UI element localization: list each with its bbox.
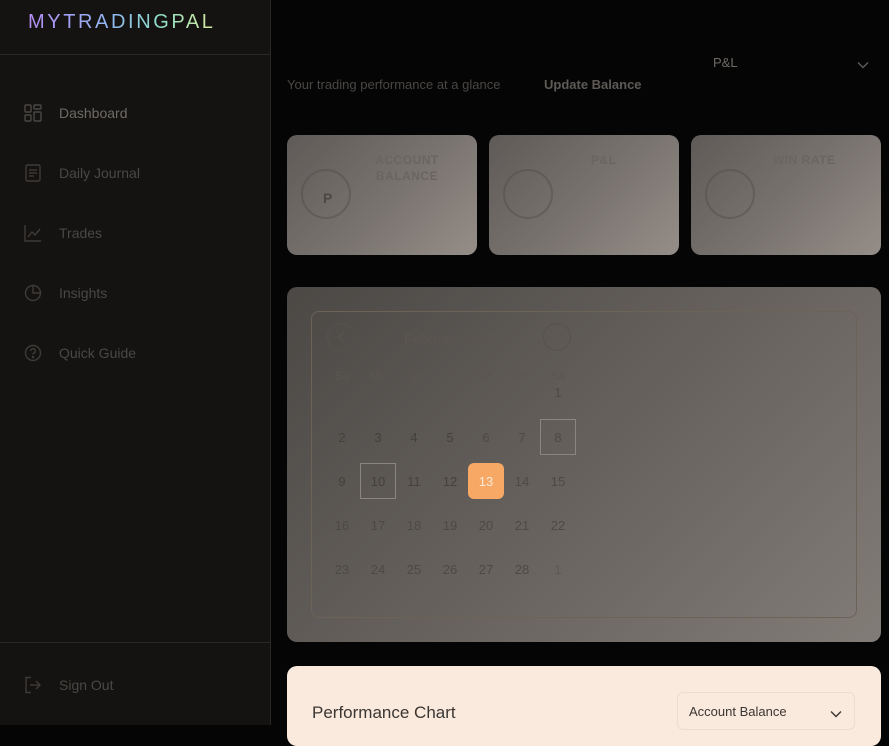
- help-circle-icon: [24, 344, 42, 362]
- calendar: February 2025 Su Mo Tu We Th Fr Sa 1 2 3 4 5 6 7 8 9 10 1…: [311, 311, 857, 618]
- calendar-day[interactable]: 7: [504, 419, 540, 455]
- update-balance-button[interactable]: Update Balance: [544, 77, 642, 92]
- calendar-month-title: February 2025: [404, 331, 496, 347]
- calendar-day[interactable]: 25: [396, 551, 432, 587]
- calendar-day[interactable]: 21: [504, 507, 540, 543]
- stat-card-win-rate: WIN RATE: [691, 135, 881, 255]
- calendar-weekday: Mo: [369, 369, 387, 383]
- stat-ring: [705, 169, 755, 219]
- dashboard-grid-icon: [24, 104, 42, 122]
- main-content: Your trading performance at a glance Upd…: [271, 0, 889, 746]
- stat-card-pnl: P&L: [489, 135, 679, 255]
- calendar-day[interactable]: 10: [360, 463, 396, 499]
- logo-area: MYTRADINGPAL: [0, 0, 270, 55]
- stat-card-title-line2: BALANCE: [375, 169, 439, 183]
- sidebar-item-label: Insights: [59, 285, 108, 301]
- sidebar: MYTRADINGPAL Dashboard Daily Journal Tra…: [0, 0, 271, 725]
- calendar-day[interactable]: 18: [396, 507, 432, 543]
- performance-metric-select[interactable]: Account Balance: [677, 692, 855, 730]
- stat-ring-symbol: P: [323, 190, 333, 206]
- calendar-prev-button[interactable]: [327, 323, 355, 351]
- calendar-day[interactable]: 15: [540, 463, 576, 499]
- sign-out-icon: [24, 676, 42, 694]
- page-subtitle: Your trading performance at a glance: [287, 77, 501, 92]
- sidebar-item-label: Quick Guide: [59, 345, 137, 361]
- calendar-day[interactable]: 3: [360, 419, 396, 455]
- pnl-select[interactable]: P&L: [713, 50, 873, 76]
- calendar-day[interactable]: 13: [468, 463, 504, 499]
- calendar-day[interactable]: 14: [504, 463, 540, 499]
- calendar-day[interactable]: 17: [360, 507, 396, 543]
- calendar-day[interactable]: 22: [540, 507, 576, 543]
- calendar-day[interactable]: 24: [360, 551, 396, 587]
- stat-card-title: ACCOUNT BALANCE: [367, 152, 447, 184]
- calendar-day[interactable]: 26: [432, 551, 468, 587]
- calendar-day[interactable]: 1: [540, 551, 576, 587]
- calendar-day[interactable]: 11: [396, 463, 432, 499]
- sidebar-item-quick-guide[interactable]: Quick Guide: [0, 333, 270, 373]
- stat-card-title-line1: ACCOUNT: [375, 153, 439, 167]
- calendar-day[interactable]: 20: [468, 507, 504, 543]
- calendar-day[interactable]: 8: [540, 419, 576, 455]
- calendar-weekday: We: [441, 369, 459, 383]
- calendar-day[interactable]: 1: [540, 374, 576, 410]
- calendar-day[interactable]: 5: [432, 419, 468, 455]
- calendar-panel: February 2025 Su Mo Tu We Th Fr Sa 1 2 3 4 5 6 7 8 9 10 1…: [287, 287, 881, 642]
- pie-chart-icon: [24, 284, 42, 302]
- stat-ring: [503, 169, 553, 219]
- calendar-next-button[interactable]: [543, 323, 571, 351]
- calendar-day[interactable]: 16: [324, 507, 360, 543]
- line-chart-icon: [24, 224, 42, 242]
- calendar-day[interactable]: 19: [432, 507, 468, 543]
- chevron-down-icon: [830, 705, 842, 723]
- calendar-weekday: Tu: [407, 369, 421, 383]
- calendar-day[interactable]: 9: [324, 463, 360, 499]
- sidebar-item-insights[interactable]: Insights: [0, 273, 270, 313]
- calendar-day[interactable]: 27: [468, 551, 504, 587]
- journal-icon: [24, 164, 42, 182]
- sign-out-button[interactable]: Sign Out: [0, 665, 270, 705]
- sidebar-item-label: Trades: [59, 225, 103, 241]
- sidebar-item-label: Dashboard: [59, 105, 128, 121]
- calendar-weekday: Th: [478, 369, 493, 383]
- stat-card-title: WIN RATE: [773, 153, 836, 167]
- performance-chart-title: Performance Chart: [312, 703, 456, 722]
- performance-metric-value: Account Balance: [689, 704, 787, 719]
- calendar-day[interactable]: 23: [324, 551, 360, 587]
- stat-card-title: P&L: [591, 153, 617, 167]
- performance-chart-card: Performance Chart Account Balance: [287, 666, 881, 746]
- calendar-day[interactable]: 2: [324, 419, 360, 455]
- sidebar-item-dashboard[interactable]: Dashboard: [0, 93, 270, 133]
- chevron-down-icon: [857, 56, 869, 74]
- sidebar-item-trades[interactable]: Trades: [0, 213, 270, 253]
- calendar-day[interactable]: 12: [432, 463, 468, 499]
- calendar-day[interactable]: 6: [468, 419, 504, 455]
- pnl-select-value: P&L: [713, 55, 738, 70]
- sidebar-footer: Sign Out: [0, 642, 270, 725]
- calendar-weekday: Su: [334, 369, 350, 383]
- chevron-left-icon: [337, 331, 345, 343]
- calendar-day[interactable]: 4: [396, 419, 432, 455]
- stat-card-account-balance: P ACCOUNT BALANCE: [287, 135, 477, 255]
- sidebar-item-label: Daily Journal: [59, 165, 140, 181]
- sidebar-item-daily-journal[interactable]: Daily Journal: [0, 153, 270, 193]
- app-logo[interactable]: MYTRADINGPAL: [28, 11, 216, 34]
- calendar-day[interactable]: 28: [504, 551, 540, 587]
- calendar-weekday: Fr: [516, 369, 528, 383]
- sign-out-label: Sign Out: [59, 677, 114, 693]
